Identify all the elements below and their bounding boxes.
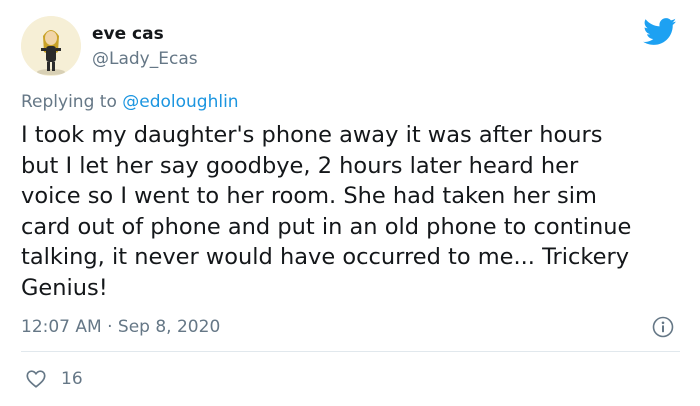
tweet-date: Sep 8, 2020 [117,317,221,337]
tweet-body: I took my daughter's phone away it was a… [21,120,686,303]
replying-to: Replying to @edoloughlin [21,91,239,113]
tweet-time: 12:07 AM [21,317,102,337]
mention-link[interactable]: @edoloughlin [122,92,238,112]
twitter-bird-icon[interactable] [643,18,677,46]
divider [21,351,680,352]
cartoon-avatar-icon [21,16,81,76]
meta-separator: · [107,317,113,337]
tweet-card: eve cas @Lady_Ecas Replying to @edolough… [0,0,700,406]
tweet-timestamp[interactable]: 12:07 AM · Sep 8, 2020 [21,316,220,338]
tweet-line: card out of phone and put in an old phon… [21,213,632,240]
tweet-line: Genius! [21,274,108,301]
tweet-line: but I let her say goodbye, 2 hours later… [21,152,579,179]
avatar[interactable] [21,16,81,76]
author-handle[interactable]: @Lady_Ecas [92,48,198,70]
replying-prefix: Replying to [21,92,117,112]
tweet-line: voice so I went to her room. She had tak… [21,183,597,209]
heart-icon[interactable] [25,368,47,390]
tweet-line: I took my daughter's phone away it was a… [21,122,603,148]
author-display-name[interactable]: eve cas [92,23,164,45]
tweet-line: talking, it never would have occurred to… [21,244,630,270]
info-icon[interactable] [652,316,674,338]
like-count: 16 [61,369,83,389]
